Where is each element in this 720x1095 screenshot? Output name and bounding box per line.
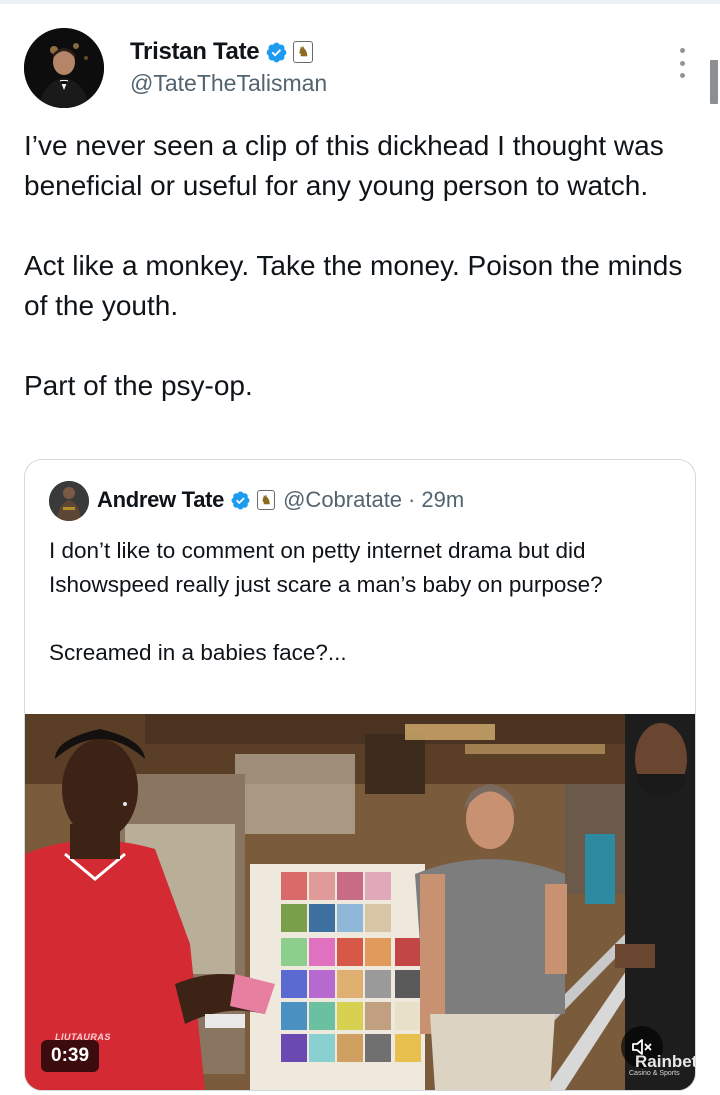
verified-badge-icon — [231, 491, 250, 509]
affiliation-badge-icon: ♞ — [293, 41, 314, 63]
dot-separator: · — [408, 487, 416, 512]
video-frame — [25, 714, 695, 1090]
author-name-row[interactable]: Tristan Tate ♞ — [130, 38, 314, 66]
tweet-header: Tristan Tate ♞ @TateTheTalisman — [24, 28, 696, 110]
quoted-paragraph: I don’t like to comment on petty interne… — [49, 538, 603, 597]
tweet-text: I’ve never seen a clip of this dickhead … — [24, 126, 696, 406]
quoted-author-name[interactable]: Andrew Tate — [97, 487, 224, 513]
scrollbar-thumb[interactable] — [710, 60, 718, 104]
quoted-paragraph: Screamed in a babies face?... — [49, 640, 347, 665]
quoted-author-avatar[interactable] — [49, 481, 89, 521]
video-watermark-right-sub: Casino & Sports — [629, 1070, 680, 1077]
author-display-name[interactable]: Tristan Tate — [130, 38, 260, 66]
verified-badge-icon — [267, 42, 287, 62]
tweet-paragraph: I’ve never seen a clip of this dickhead … — [24, 130, 664, 201]
author-handle[interactable]: @TateTheTalisman — [130, 70, 327, 97]
video-duration-badge: 0:39 — [41, 1040, 100, 1072]
tweet-paragraph: Act like a monkey. Take the money. Poiso… — [24, 250, 683, 321]
video-watermark-right: Rainbet — [635, 1052, 695, 1071]
quoted-tweet-card[interactable]: Andrew Tate ♞ @Cobratate · 29m I don’t l… — [24, 459, 696, 1091]
top-divider — [0, 0, 720, 4]
affiliation-badge-icon: ♞ — [257, 490, 276, 510]
video-player[interactable]: LIUTAURAS 0:39 Rainbet Casino & Sports — [25, 714, 695, 1090]
author-avatar[interactable] — [24, 28, 104, 108]
more-options-icon[interactable] — [676, 48, 688, 78]
quoted-timestamp[interactable]: 29m — [421, 487, 464, 513]
tweet-paragraph: Part of the psy-op. — [24, 370, 253, 401]
quoted-author-handle[interactable]: @Cobratate — [283, 487, 402, 513]
quoted-tweet-text: I don’t like to comment on petty interne… — [49, 534, 674, 670]
quoted-author-row: Andrew Tate ♞ @Cobratate · 29m — [97, 487, 464, 513]
